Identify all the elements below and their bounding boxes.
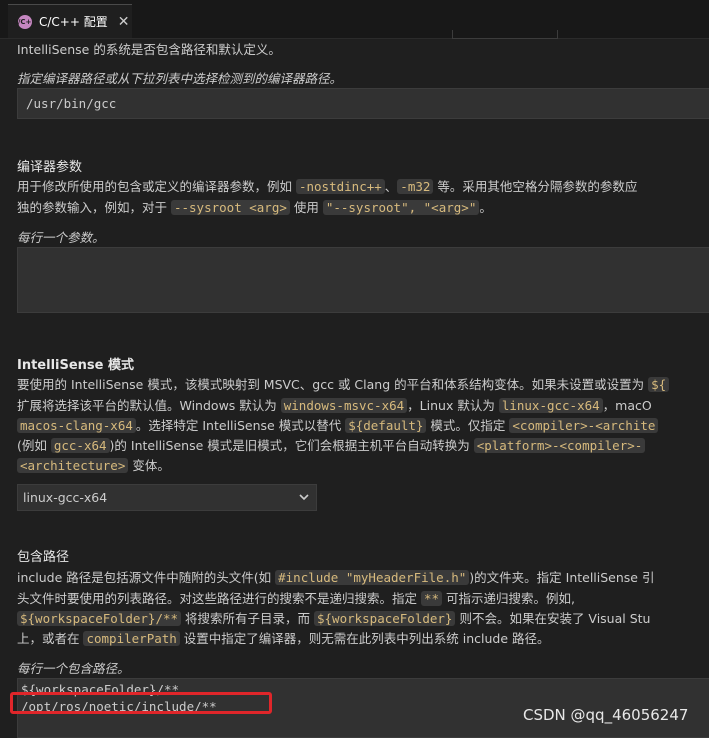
include-desc-line4: 上，或者在 compilerPath 设置中指定了编译器，则无需在此列表中列出系… bbox=[17, 631, 550, 646]
tab-label: C/C++ 配置 bbox=[39, 15, 108, 29]
code-workspace-recursive: ${workspaceFolder}/** bbox=[17, 611, 182, 626]
code-nostdinc: -nostdinc++ bbox=[295, 179, 385, 194]
include-path-title: 包含路径 bbox=[17, 550, 70, 565]
compiler-path-value: /usr/bin/gcc bbox=[26, 96, 117, 111]
scrolled-input-edge bbox=[452, 30, 558, 39]
code-workspace-folder: ${workspaceFolder} bbox=[314, 611, 456, 626]
intellisense-desc-line1: 要使用的 IntelliSense 模式，该模式映射到 MSVC、gcc 或 C… bbox=[17, 375, 670, 395]
compiler-path-hint: 指定编译器路径或从下拉列表中选择检测到的编译器路径。 bbox=[17, 71, 343, 86]
intellisense-desc-line5: <architecture> 变体。 bbox=[17, 456, 170, 476]
code-sysroot-arg: --sysroot <arg> bbox=[170, 200, 290, 215]
include-desc-line1: include 路径是包括源文件中随附的头文件(如 #include "myHe… bbox=[17, 570, 655, 585]
intellisense-mode-select[interactable]: linux-gcc-x64 bbox=[17, 484, 317, 511]
compiler-args-desc-line2: 独的参数输入，例如，对于 --sysroot <arg> 使用 "--sysro… bbox=[17, 200, 492, 215]
intellisense-mode-title: IntelliSense 模式 bbox=[17, 358, 135, 373]
chevron-down-icon bbox=[299, 494, 309, 501]
code-default: ${default} bbox=[345, 418, 427, 433]
intellisense-mode-value: linux-gcc-x64 bbox=[23, 490, 108, 505]
watermark: CSDN @qq_46056247 bbox=[523, 706, 689, 724]
code-compiler-arch: <compiler>-<archite bbox=[509, 418, 659, 433]
compiler-args-hint: 每行一个参数。 bbox=[17, 230, 105, 245]
code-double-star: ** bbox=[420, 591, 443, 606]
code-architecture: <architecture> bbox=[17, 458, 129, 473]
code-include-example: #include "myHeaderFile.h" bbox=[275, 570, 470, 585]
code-linux-gcc: linux-gcc-x64 bbox=[498, 398, 603, 413]
close-icon[interactable]: ✕ bbox=[118, 14, 130, 30]
code-windows-msvc: windows-msvc-x64 bbox=[280, 398, 408, 413]
compiler-args-textarea[interactable] bbox=[17, 247, 709, 313]
intellisense-desc-line2: 扩展将选择该平台的默认值。Windows 默认为 windows-msvc-x6… bbox=[17, 398, 652, 413]
include-path-hint: 每行一个包含路径。 bbox=[17, 661, 130, 676]
code-compiler-path: compilerPath bbox=[83, 631, 180, 646]
compiler-path-input[interactable]: /usr/bin/gcc bbox=[17, 88, 709, 119]
compiler-path-desc: IntelliSense 的系统是否包含路径和默认定义。 bbox=[17, 42, 281, 57]
editor-tab-bar: C/C++ C/C++ 配置 ✕ bbox=[0, 0, 709, 39]
intellisense-desc-line4: (例如 gcc-x64)的 IntelliSense 模式是旧模式，它们会根据主… bbox=[17, 436, 646, 456]
compiler-args-desc-line1: 用于修改所使用的包含或定义的编译器参数，例如 -nostdinc++、 -m32 … bbox=[17, 179, 638, 194]
include-desc-line2: 头文件时要使用的列表路径。对这些路径进行的搜索不是递归搜索。指定 ** 可指示递… bbox=[17, 591, 575, 606]
code-sysroot-quoted: "--sysroot", "<arg>" bbox=[322, 200, 480, 215]
cpp-settings-icon: C/C++ bbox=[13, 14, 37, 29]
highlight-annotation-box bbox=[10, 692, 272, 714]
tab-cpp-config[interactable]: C/C++ C/C++ 配置 ✕ bbox=[8, 4, 132, 38]
code-platform-compiler: <platform>-<compiler>- bbox=[473, 438, 646, 453]
code-macos-clang: macos-clang-x64 bbox=[17, 418, 136, 433]
include-desc-line3: ${workspaceFolder}/** 将搜索所有子目录，而 ${works… bbox=[17, 609, 650, 629]
code-gcc-x64: gcc-x64 bbox=[50, 438, 110, 453]
compiler-args-title: 编译器参数 bbox=[17, 160, 83, 175]
code-m32: -m32 bbox=[397, 179, 434, 194]
intellisense-desc-line3: macos-clang-x64 。选择特定 IntelliSense 模式以替代 … bbox=[17, 416, 659, 436]
